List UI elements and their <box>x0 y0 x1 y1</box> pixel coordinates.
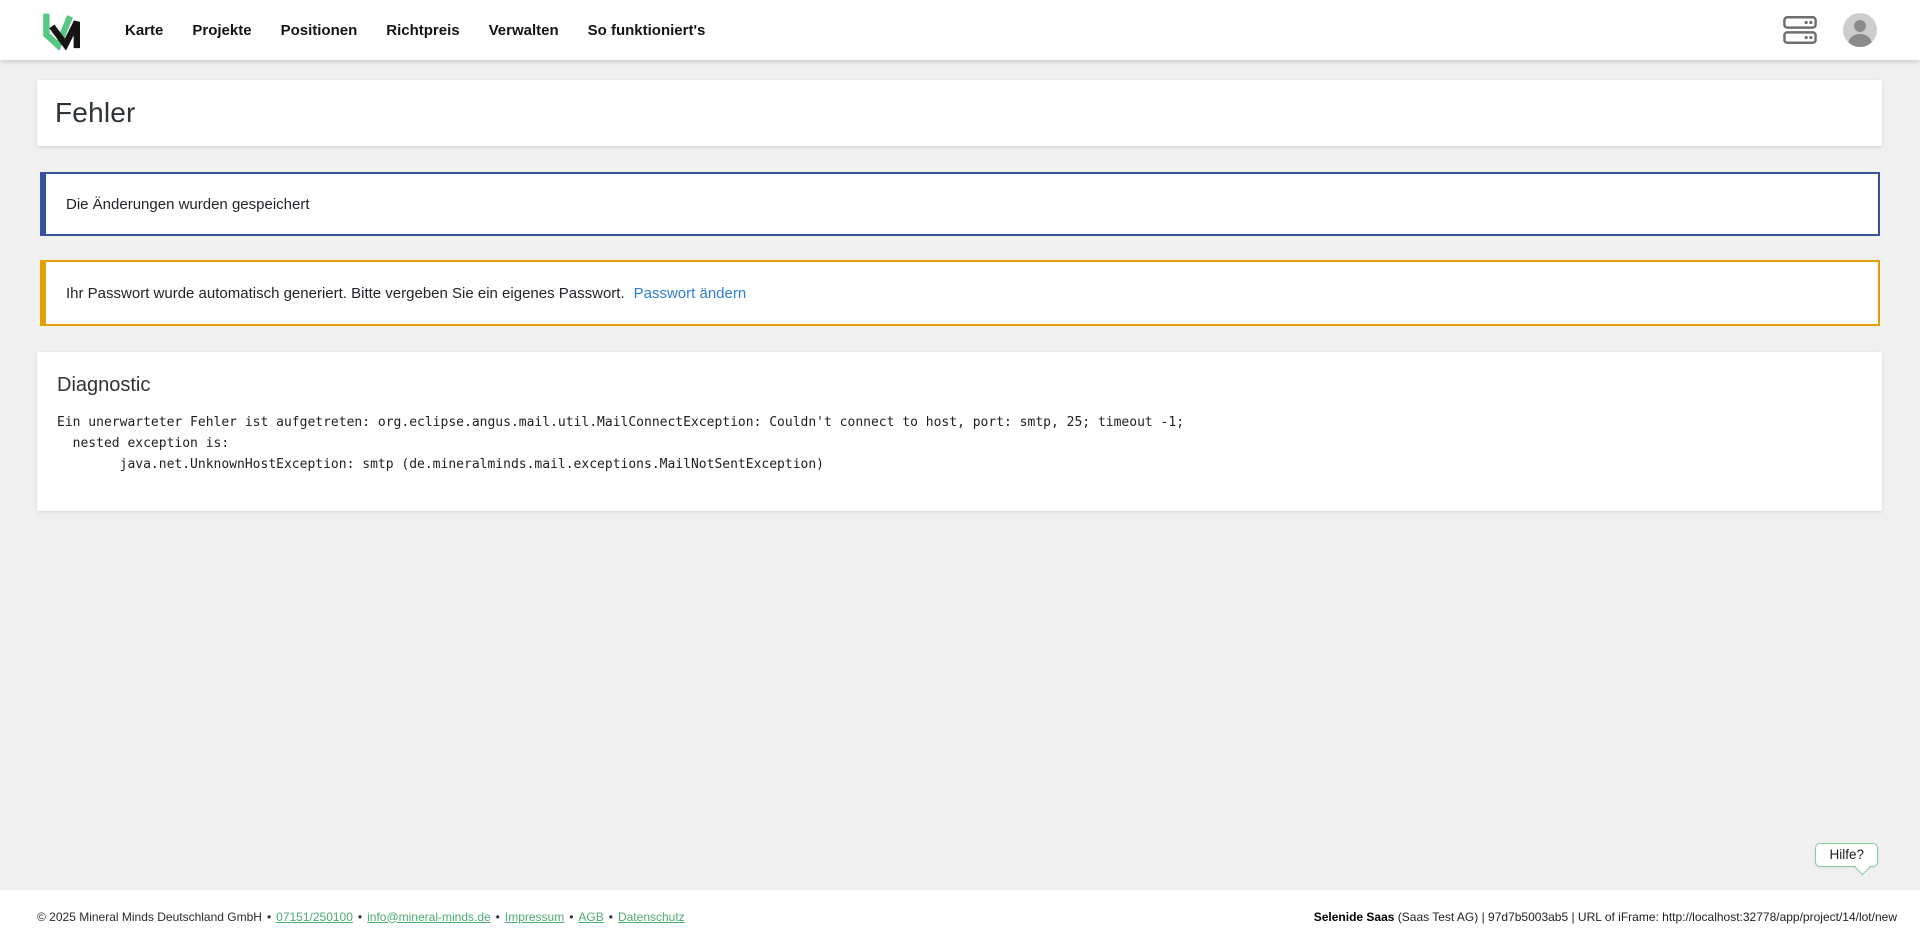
alert-password-generated: Ihr Passwort wurde automatisch generiert… <box>40 260 1880 326</box>
footer-left: © 2025 Mineral Minds Deutschland GmbH • … <box>37 910 685 924</box>
main-nav: Karte Projekte Positionen Richtpreis Ver… <box>125 22 705 39</box>
header-actions <box>1783 13 1877 47</box>
server-icon <box>1783 15 1817 45</box>
separator-dot: • <box>267 910 271 924</box>
app-environment-info: (Saas Test AG) | 97d7b5003ab5 | URL of i… <box>1394 910 1897 924</box>
app-name: Selenide Saas <box>1314 910 1395 924</box>
copyright-text: © 2025 Mineral Minds Deutschland GmbH <box>37 910 262 924</box>
page-title-card: Fehler <box>37 80 1882 146</box>
user-menu-button[interactable] <box>1843 13 1877 47</box>
diagnostic-title: Diagnostic <box>57 374 1862 397</box>
nav-item-positionen[interactable]: Positionen <box>281 22 358 39</box>
logo-m-icon <box>40 9 80 51</box>
separator-dot: • <box>569 910 573 924</box>
help-button[interactable]: Hilfe? <box>1815 843 1878 867</box>
diagnostic-log: Ein unerwarteter Fehler ist aufgetreten:… <box>57 412 1862 475</box>
footer-link-agb[interactable]: AGB <box>578 910 603 924</box>
top-nav-bar: Karte Projekte Positionen Richtpreis Ver… <box>0 0 1920 60</box>
help-label: Hilfe? <box>1829 847 1864 862</box>
nav-item-richtpreis[interactable]: Richtpreis <box>386 22 459 39</box>
change-password-link[interactable]: Passwort ändern <box>634 285 747 302</box>
page-title: Fehler <box>55 97 136 129</box>
alert-saved-text: Die Änderungen wurden gespeichert <box>66 196 310 213</box>
footer-link-datenschutz[interactable]: Datenschutz <box>618 910 685 924</box>
server-button[interactable] <box>1783 15 1817 45</box>
separator-dot: • <box>358 910 362 924</box>
main-content: Fehler Die Änderungen wurden gespeichert… <box>0 60 1920 890</box>
user-avatar <box>1843 13 1877 47</box>
separator-dot: • <box>496 910 500 924</box>
separator-dot: • <box>609 910 613 924</box>
diagnostic-card: Diagnostic Ein unerwarteter Fehler ist a… <box>37 352 1882 511</box>
nav-item-karte[interactable]: Karte <box>125 22 163 39</box>
footer: © 2025 Mineral Minds Deutschland GmbH • … <box>0 890 1920 943</box>
alert-changes-saved: Die Änderungen wurden gespeichert <box>40 172 1880 236</box>
app-logo[interactable] <box>40 9 80 51</box>
footer-link-email[interactable]: info@mineral-minds.de <box>367 910 491 924</box>
footer-link-impressum[interactable]: Impressum <box>505 910 564 924</box>
nav-item-projekte[interactable]: Projekte <box>192 22 251 39</box>
footer-right: Selenide Saas (Saas Test AG) | 97d7b5003… <box>1314 910 1897 924</box>
alert-password-text: Ihr Passwort wurde automatisch generiert… <box>66 285 625 302</box>
nav-item-so-funktionierts[interactable]: So funktioniert's <box>588 22 706 39</box>
nav-item-verwalten[interactable]: Verwalten <box>489 22 559 39</box>
person-icon <box>1843 13 1877 47</box>
footer-link-phone[interactable]: 07151/250100 <box>276 910 353 924</box>
